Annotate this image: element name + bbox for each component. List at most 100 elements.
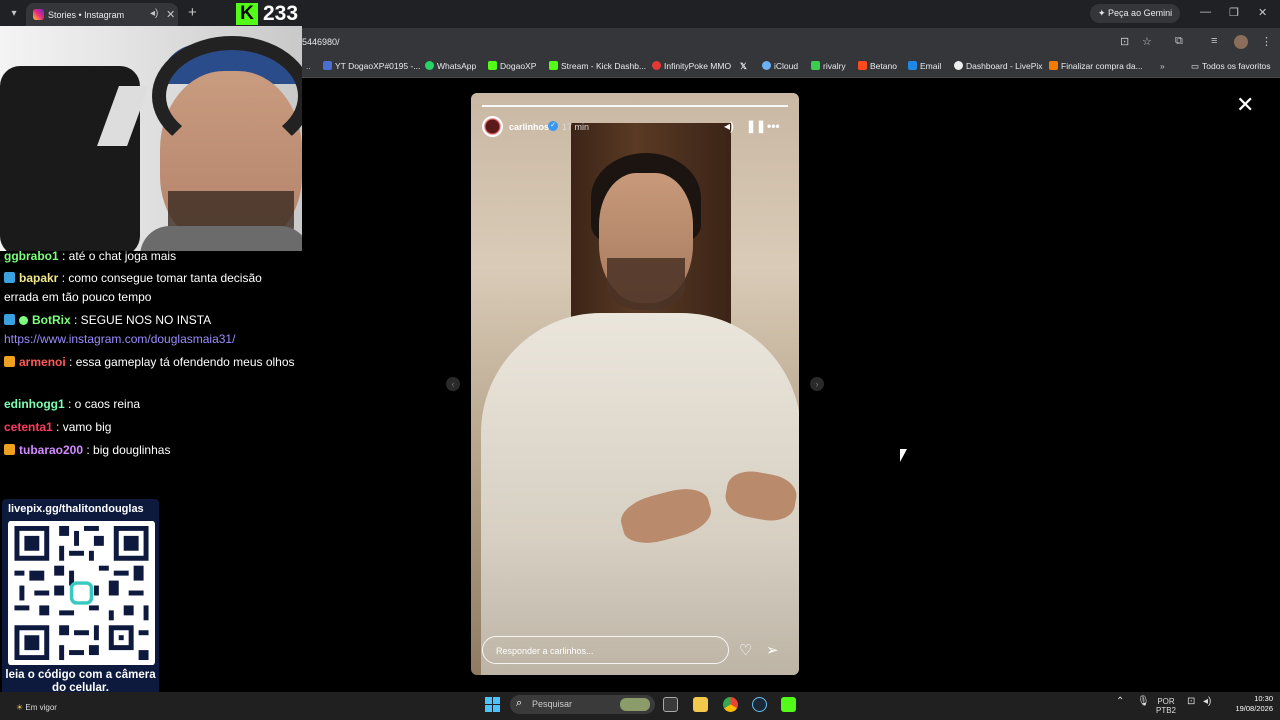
layout-text: PTB2 [1156,706,1177,715]
whatsapp-icon [425,61,434,70]
tab-search-icon[interactable]: ▾ [6,6,22,22]
bookmark-email[interactable]: Email [908,61,941,71]
bookmark-label: InfinityPoke MMO [664,61,732,71]
bookmark-finalizar-compra[interactable]: Finalizar compra da... [1049,61,1143,71]
url-text[interactable]: 5446980/ [302,37,340,47]
viewer-count: 233 [263,2,299,25]
bookmark-kick-dashboard[interactable]: Stream - Kick Dashb... [549,61,646,71]
chat-message: ggbrabo1 : até o chat joga mais [4,247,298,266]
steam-icon[interactable] [752,697,767,712]
chrome-icon[interactable] [723,697,738,712]
story-user-avatar[interactable] [482,116,503,137]
all-favorites-folder[interactable]: ▭ Todos os favoritos [1191,61,1271,72]
kick-icon [549,61,558,70]
taskbar-clock[interactable]: 10:30 19/08/2026 [1221,694,1273,714]
bookmark-label: Finalizar compra da... [1061,61,1143,71]
chat-message: BotRix : SEGUE NOS NO INSTA [4,311,298,330]
bookmark-betano[interactable]: Betano [858,61,897,71]
streamer-headset [152,36,302,156]
weather-widget[interactable]: ☀ Em vigor [16,703,57,712]
more-options-icon[interactable]: ••• [767,119,780,133]
like-heart-icon[interactable]: ♡ [739,641,752,659]
kick-logo-icon: K [236,3,258,25]
mail-icon [908,61,917,70]
chat-text: : até o chat joga mais [62,249,177,263]
weather-text: Em vigor [25,703,57,712]
screen: ▾ Stories • Instagram ◂) ✕ + ✦ Peça ao G… [0,0,1280,720]
minimize-icon[interactable]: — [1200,6,1211,18]
youtube-icon [323,61,332,70]
chat-username: bapakr [19,271,59,285]
folder-icon: ▭ [1191,61,1200,71]
bookmark-star-icon[interactable]: ☆ [1142,35,1152,48]
bookmark-label: rivalry [823,61,846,71]
story-close-icon[interactable]: ✕ [1236,94,1254,116]
chat-username: BotRix [32,313,71,327]
task-view-icon[interactable] [663,697,678,712]
mouse-cursor-icon [900,449,907,462]
window-close-icon[interactable]: ✕ [1258,6,1267,19]
mute-icon[interactable]: ◂) [724,119,734,133]
verified-badge-icon: ✓ [548,121,558,131]
bot-badge-icon [4,314,15,325]
previous-story-chevron-icon[interactable]: ‹ [446,377,460,391]
chat-username: tubarao200 [19,443,84,457]
bookmark-rivalry[interactable]: rivalry [811,61,846,71]
all-favorites-label: Todos os favoritos [1202,61,1271,71]
bookmark-x[interactable]: 𝕏 [740,61,747,72]
chat-link[interactable]: https://www.instagram.com/douglasmaia31/ [4,330,298,349]
bookmark-dogaoxp[interactable]: DogaoXP [488,61,536,71]
tab-audio-icon[interactable]: ◂) [150,8,158,19]
chat-message: tubarao200 : big douglinhas [4,441,298,460]
share-send-icon[interactable]: ➢ [766,641,779,659]
story-media[interactable] [471,93,799,675]
bookmark-yt-dogaoxp[interactable]: YT DogaoXP#0195 -... [323,61,420,71]
browser-menu-icon[interactable]: ⋮ [1261,35,1272,48]
profile-avatar[interactable] [1234,35,1248,49]
bookmark-icloud[interactable]: iCloud [762,61,798,71]
microphone-icon[interactable]: 🎙 [1137,697,1150,707]
livepix-icon [954,61,963,70]
install-app-icon[interactable]: ⊡ [1120,35,1129,48]
media-controls-icon[interactable]: ≡ [1211,35,1217,47]
ask-gemini-button[interactable]: ✦ Peça ao Gemini [1090,4,1181,23]
kick-app-icon[interactable] [781,697,796,712]
tray-overflow-chevron-icon[interactable]: ⌃ [1116,697,1124,707]
file-explorer-icon[interactable] [693,697,708,712]
clock-time: 10:30 [1254,694,1273,703]
language-indicator[interactable]: POR PTB2 [1156,697,1176,715]
bookmarks-overflow-left[interactable]: .. [306,61,311,71]
streamer-webcam [0,26,302,251]
extensions-icon[interactable]: ⧉ [1175,35,1183,48]
story-reply-input[interactable]: Responder a carlinhos... [482,636,729,664]
bookmark-livepix[interactable]: Dashboard - LivePix [954,61,1043,71]
windows-start-icon[interactable] [485,697,500,712]
bookmarks-overflow-chevron-icon[interactable]: » [1160,61,1165,71]
search-icon: ⌕ [516,697,523,709]
bookmark-label: Dashboard - LivePix [966,61,1043,71]
lang-text: POR [1157,697,1175,706]
new-tab-icon[interactable]: + [188,4,197,21]
subscriber-crown-icon [4,356,15,367]
bookmark-infinitypoke[interactable]: InfinityPoke MMO [652,61,731,71]
tab-instagram[interactable]: Stories • Instagram ◂) ✕ [26,3,178,28]
bookmark-label: YT DogaoXP#0195 -... [335,61,421,71]
bookmark-label: Email [920,61,942,71]
next-story-chevron-icon[interactable]: › [810,377,824,391]
tab-close-icon[interactable]: ✕ [166,8,175,21]
bookmark-whatsapp[interactable]: WhatsApp [425,61,476,71]
betano-icon [858,61,867,70]
weather-icon: ☀ [16,703,24,712]
verified-bot-icon [19,316,28,325]
chat-message: bapakr : como consegue tomar tanta decis… [4,269,298,307]
story-username[interactable]: carlinhos [509,122,549,132]
bookmark-label: Betano [870,61,897,71]
network-icon[interactable]: ⊡ [1187,697,1195,707]
chat-text: : vamo big [56,420,112,434]
chat-username: ggbrabo1 [4,249,59,263]
pause-icon[interactable]: ❚❚ [746,119,766,133]
volume-icon[interactable]: ◂) [1203,697,1211,707]
maximize-icon[interactable]: ❐ [1229,6,1239,19]
story-progress-bar [482,105,788,107]
instagram-favicon-icon [33,9,44,20]
